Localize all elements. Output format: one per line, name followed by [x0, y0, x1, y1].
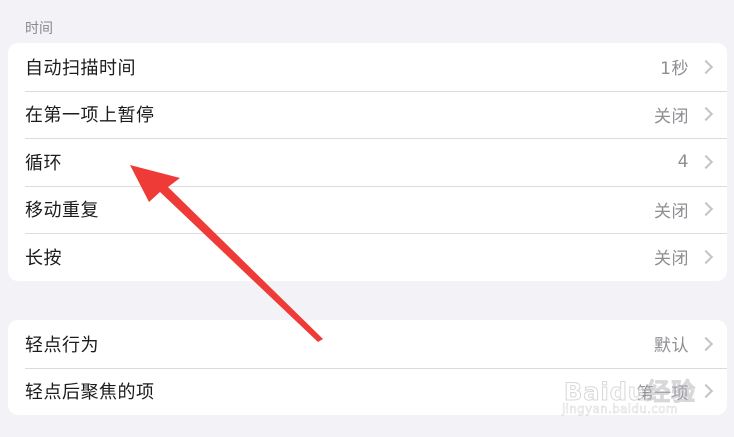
move-repeat-row[interactable]: 移动重复 关闭 [8, 185, 727, 234]
row-label: 轻点行为 [25, 334, 99, 356]
row-value: 第一项 [636, 383, 689, 404]
row-label: 移动重复 [25, 200, 99, 222]
row-value: 关闭 [654, 106, 689, 127]
chevron-right-icon [698, 384, 714, 399]
tap-settings-group: 轻点行为 默认 轻点后聚焦的项 第一项 [8, 320, 727, 415]
timing-settings-group: 自动扫描时间 1秒 在第一项上暂停 关闭 循环 4 移动重复 关闭 长按 关闭 [8, 43, 727, 281]
chevron-right-icon [698, 336, 714, 351]
focused-item-after-tap-row[interactable]: 轻点后聚焦的项 第一项 [8, 367, 727, 416]
row-value: 关闭 [654, 249, 689, 270]
loops-row[interactable]: 循环 4 [8, 138, 727, 186]
auto-scan-time-row[interactable]: 自动扫描时间 1秒 [8, 43, 727, 91]
pause-on-first-item-row[interactable]: 在第一项上暂停 关闭 [8, 90, 727, 139]
row-label: 在第一项上暂停 [25, 105, 155, 127]
row-label: 循环 [25, 152, 62, 174]
chevron-right-icon [698, 154, 714, 169]
row-value: 默认 [654, 336, 689, 357]
chevron-right-icon [698, 59, 714, 74]
row-label: 长按 [25, 247, 62, 269]
tap-behavior-row[interactable]: 轻点行为 默认 [8, 320, 727, 368]
row-value: 4 [677, 151, 689, 172]
row-value: 关闭 [654, 201, 689, 222]
row-label: 轻点后聚焦的项 [25, 382, 155, 404]
row-value: 1秒 [660, 59, 689, 80]
chevron-right-icon [698, 107, 714, 122]
chevron-right-icon [698, 249, 714, 264]
chevron-right-icon [698, 202, 714, 217]
section-header-time: 时间 [25, 21, 53, 37]
long-press-row[interactable]: 长按 关闭 [8, 233, 727, 281]
row-label: 自动扫描时间 [25, 57, 136, 79]
